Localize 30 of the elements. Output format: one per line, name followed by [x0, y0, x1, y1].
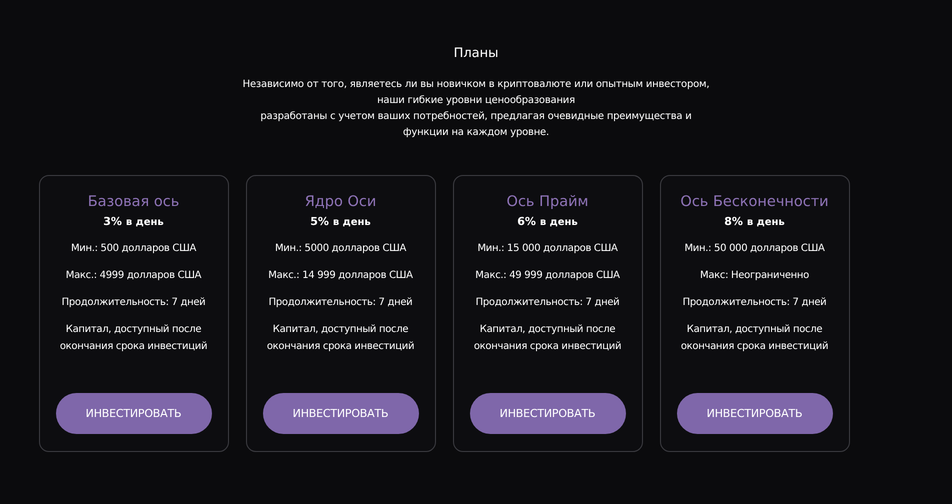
invest-button[interactable]: ИНВЕСТИРОВАТЬ — [56, 393, 212, 434]
plan-feature: Капитал, доступный после окончания срока инвестиций — [680, 323, 830, 354]
plan-feature: Продолжительность: 7 дней — [62, 296, 206, 310]
plan-feature: Капитал, доступный после окончания срока инвестиций — [472, 323, 622, 354]
plan-feature: Мин.: 5000 долларов США — [274, 242, 406, 256]
plan-feature: Продолжительность: 7 дней — [682, 296, 826, 310]
invest-button[interactable]: ИНВЕСТИРОВАТЬ — [470, 393, 626, 434]
plan-feature: Мин.: 15 000 долларов США — [477, 242, 618, 256]
section-description: Независимо от того, являетесь ли вы новичком в криптовалюте или опытным инвестором, наши гибкие уровни ценообразования разработаны с учетом ваших потребностей, предлагая очевидные преимущества и функции на каждом уровне. — [242, 78, 710, 140]
plan-feature: Макс.: 4999 долларов США — [66, 269, 202, 283]
plan-feature: Продолжительность: 7 дней — [268, 296, 412, 310]
plan-feature: Мин.: 50 000 долларов США — [684, 242, 825, 256]
invest-button[interactable]: ИНВЕСТИРОВАТЬ — [676, 393, 832, 434]
plan-rate: 8% в день — [724, 215, 785, 230]
plan-rate: 5% в день — [310, 215, 371, 230]
plan-rate: 3% в день — [103, 215, 164, 230]
invest-button[interactable]: ИНВЕСТИРОВАТЬ — [262, 393, 418, 434]
plan-feature: Продолжительность: 7 дней — [476, 296, 620, 310]
plan-name: Ось Бесконечности — [680, 193, 829, 212]
plan-feature: Капитал, доступный после окончания срока инвестиций — [58, 323, 208, 354]
plan-name: Базовая ось — [88, 193, 180, 212]
section-title: Планы — [454, 45, 498, 63]
plan-feature: Макс.: 49 999 долларов США — [475, 269, 620, 283]
plan-feature: Капитал, доступный после окончания срока инвестиций — [266, 323, 416, 354]
plan-name: Ядро Оси — [304, 193, 376, 212]
plan-feature: Макс: Неограниченно — [700, 269, 809, 283]
plan-name: Ось Прайм — [506, 193, 588, 212]
plan-feature: Мин.: 500 долларов США — [70, 242, 196, 256]
plan-feature: Макс.: 14 999 долларов США — [268, 269, 413, 283]
plan-rate: 6% в день — [517, 215, 578, 230]
